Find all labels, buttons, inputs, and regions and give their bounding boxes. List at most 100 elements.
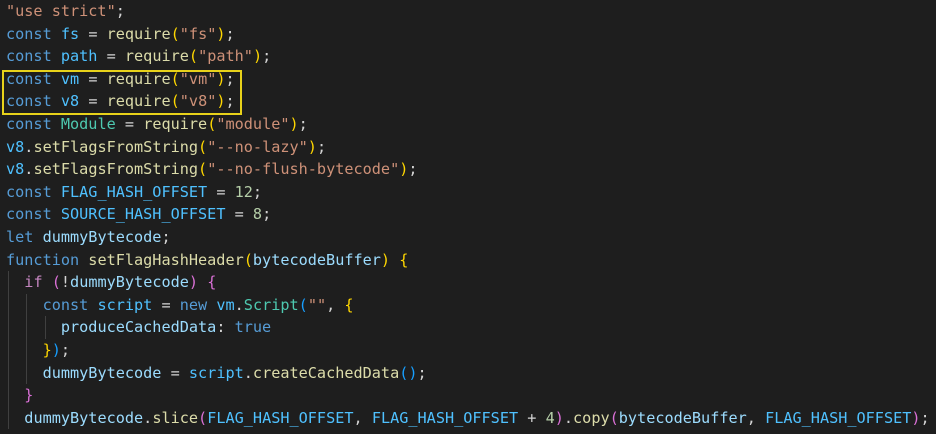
code-token: const [6,182,61,201]
code-token: , [353,408,372,427]
code-token: require [124,47,189,66]
code-token: require [143,115,208,133]
code-token: ) [408,363,418,382]
code-token: const [42,295,98,314]
code-token: ) [216,24,226,43]
code-token: "--no-lazy" [207,137,308,156]
code-token: true [234,318,272,337]
code-token: const [6,47,61,66]
code-token: ) [188,273,199,292]
code-token: "" [307,295,327,314]
code-token: Script [243,295,299,314]
code-token: ; [920,408,930,427]
code-line: } [6,384,33,407]
code-token: script [97,295,153,314]
code-line: v8.setFlagsFromString("--no-lazy"); [6,136,326,159]
code-token: { [399,250,409,269]
code-token: ; [417,363,427,382]
code-line: "use strict"; [6,0,125,23]
code-line: const fs = require("fs"); [6,23,235,46]
code-token: . [563,408,574,427]
code-token: let [6,228,43,246]
code-token: ( [243,250,253,269]
code-token: script [188,363,244,382]
code-token: . [234,295,244,314]
code-token: if [24,273,52,292]
code-token: ) [554,408,564,427]
code-token: ) [911,408,921,427]
code-token: ) [380,250,391,269]
code-token: v8 [6,160,25,179]
code-token: bytecodeBuffer [252,250,381,269]
code-token: const [6,24,61,43]
code-token: ) [252,47,263,66]
code-token: = [79,24,107,43]
code-token: : [216,318,235,337]
code-token: setFlagsFromString [33,137,199,156]
code-token: ; [316,137,327,156]
code-line: const script = new vm.Script("", { [6,294,354,317]
code-token: = [207,182,235,201]
highlight-box [2,70,242,115]
code-token: ; [262,47,272,66]
code-token: "use strict" [6,2,116,20]
code-token: ( [609,408,619,427]
code-token: FLAG_HASH_OFFSET [207,408,354,427]
code-token: ( [298,295,308,314]
code-token: v8 [6,137,25,156]
code-token: require [106,24,171,43]
code-token: = [161,363,189,382]
code-token: { [207,273,217,292]
code-token: ( [198,408,208,427]
code-token: = [152,295,180,314]
code-token: ; [252,182,263,201]
code-token: vm [216,295,235,314]
code-token: ( [198,137,208,156]
code-line: function setFlagHashHeader(bytecodeBuffe… [6,249,408,272]
code-line: if (!dummyBytecode) { [6,271,216,294]
code-token: dummyBytecode [70,273,189,292]
code-line: v8.setFlagsFromString("--no-flush-byteco… [6,158,418,181]
code-token: , [746,408,766,427]
code-token: FLAG_HASH_OFFSET [371,408,519,427]
code-token: ( [170,24,180,43]
code-token: ; [115,2,125,20]
code-line: dummyBytecode = script.createCachedData(… [6,362,427,385]
code-line: const Module = require("module"); [6,113,308,136]
code-token: ) [307,137,317,156]
code-line: dummyBytecode.slice(FLAG_HASH_OFFSET, FL… [6,407,930,430]
code-token: ; [60,341,71,359]
code-token: ; [161,228,171,246]
code-token: ( [207,115,217,133]
code-line: }); [6,339,70,362]
code-token: "module" [216,115,290,133]
code-token: ) [289,115,299,133]
code-line: const FLAG_HASH_OFFSET = 12; [6,181,262,204]
code-token: ; [298,115,308,133]
code-token: bytecodeBuffer [618,408,747,427]
code-token: ( [198,160,208,179]
code-token: ! [60,273,71,292]
code-token: ( [188,47,199,66]
code-token: . [243,363,253,382]
code-token: Module [60,115,116,133]
code-token: = [97,47,125,66]
code-token: ; [225,24,235,43]
code-editor[interactable]: "use strict"; const fs = require("fs"); co… [0,0,936,434]
code-token: , [326,295,345,314]
code-token: 4 [545,408,555,427]
code-token: dummyBytecode [42,363,162,382]
code-token: "path" [198,47,253,66]
code-token: const [6,205,61,224]
code-token: = [225,205,253,224]
code-token: produceCachedData [60,318,217,337]
